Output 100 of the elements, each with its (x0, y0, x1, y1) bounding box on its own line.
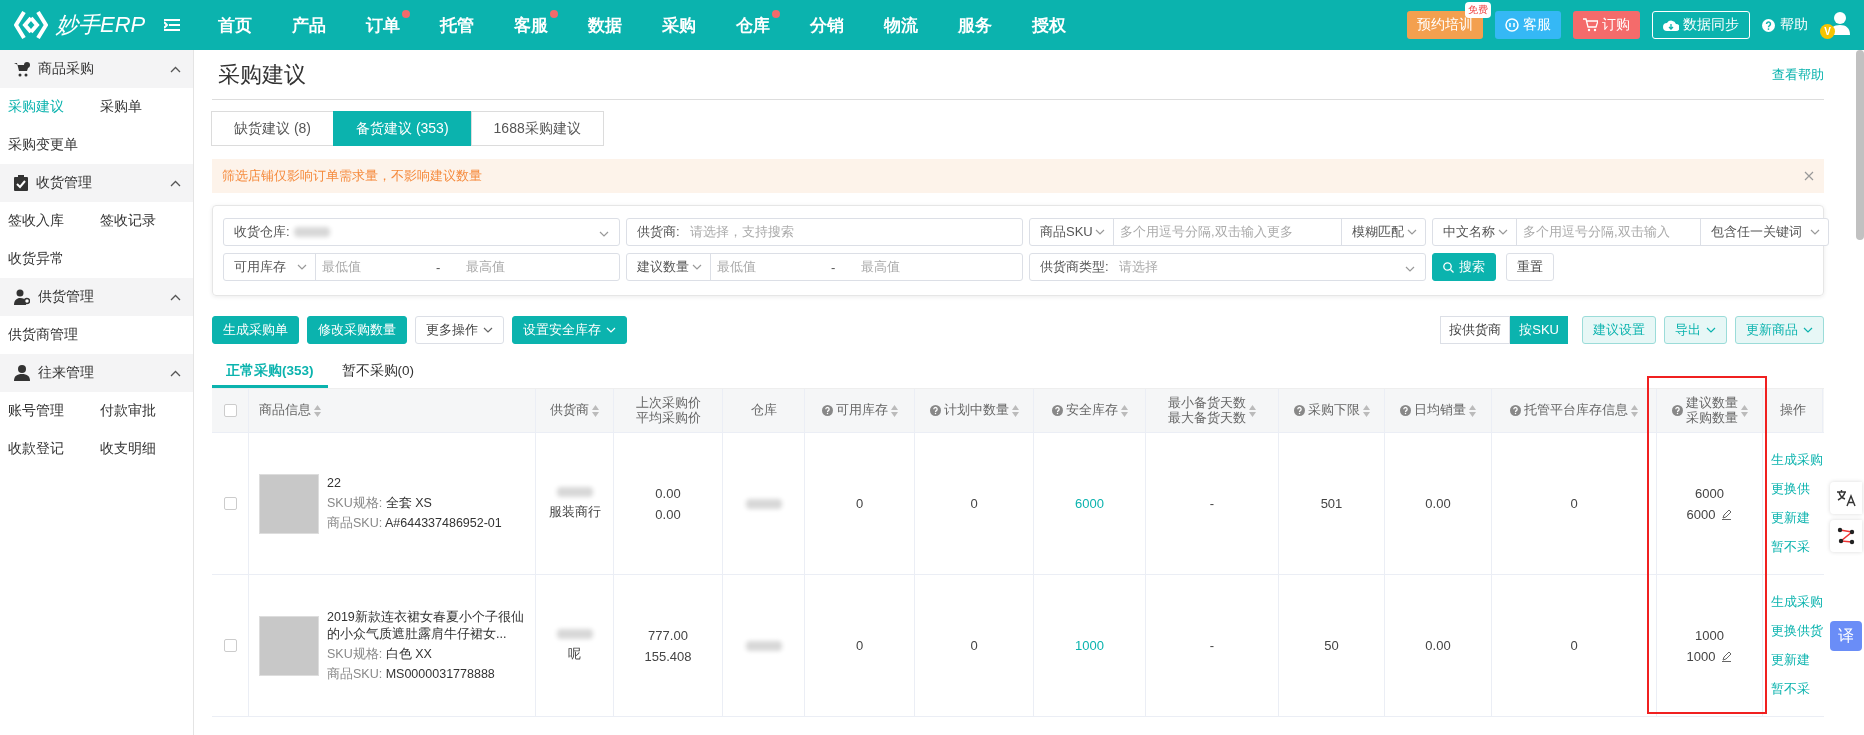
network-icon[interactable] (1830, 520, 1862, 552)
action-link[interactable]: 暂不采 (1771, 680, 1810, 698)
action-link[interactable]: 生成采购 (1771, 451, 1823, 469)
column-header: 采购下限 (1293, 403, 1370, 418)
nav-item[interactable]: 物流 (864, 13, 938, 37)
sort-icon[interactable] (1011, 404, 1019, 417)
column-header: 上次采购价 平均采购价 (635, 395, 701, 426)
nav-item[interactable]: 首页 (198, 13, 272, 37)
safety-stock-link[interactable]: 1000 (1075, 638, 1104, 653)
price-value: 777.00 (648, 627, 688, 643)
table-cell: - (1209, 496, 1215, 511)
nav-item[interactable]: 客服 (494, 13, 568, 37)
field-label: 中文名称 (1443, 223, 1495, 241)
help-link[interactable]: 帮助 (1762, 16, 1808, 34)
toolbar-button[interactable]: 更新商品 (1735, 316, 1824, 344)
search-button[interactable]: 搜索 (1432, 253, 1496, 281)
action-link[interactable]: 生成采购 (1771, 593, 1823, 611)
menu-icon[interactable] (164, 19, 180, 31)
sort-icon[interactable] (1631, 404, 1638, 417)
translate-button[interactable]: 译 (1830, 621, 1862, 651)
sort-icon[interactable] (1362, 404, 1370, 417)
nav-item[interactable]: 授权 (1012, 13, 1086, 37)
sidebar-group-header[interactable]: 往来管理 (0, 354, 193, 392)
sidebar-item[interactable]: 收款登记 (8, 430, 100, 468)
scrollbar[interactable] (1856, 50, 1864, 240)
select-all-checkbox[interactable] (223, 404, 237, 417)
sidebar-item[interactable]: 账号管理 (8, 392, 100, 430)
reset-button[interactable]: 重置 (1506, 253, 1554, 281)
nav-item[interactable]: 数据 (568, 13, 642, 37)
sort-icon[interactable] (890, 404, 898, 417)
nav-item[interactable]: 服务 (938, 13, 1012, 37)
tab[interactable]: 1688采购建议 (470, 111, 604, 146)
edit-icon[interactable] (1721, 508, 1733, 520)
toolbar-button[interactable]: 设置安全库存 (512, 316, 627, 344)
nav-item[interactable]: 仓库 (716, 13, 790, 37)
tab[interactable]: 缺货建议 (8) (211, 111, 334, 146)
sidebar-item[interactable]: 收支明细 (100, 430, 192, 468)
sidebar-group-header[interactable]: 商品采购 (0, 50, 193, 88)
toolbar-button[interactable]: 更多操作 (415, 316, 504, 344)
product-title[interactable]: 2019新款连衣裙女春夏小个子很仙的小众气质遮肚露肩牛仔裙女... (327, 608, 535, 643)
action-link[interactable]: 更新建 (1771, 509, 1810, 527)
translate-icon[interactable] (1830, 482, 1862, 514)
help-icon (1762, 18, 1775, 32)
action-link[interactable]: 更换供货 (1771, 622, 1823, 640)
nav-item[interactable]: 订单 (346, 13, 420, 37)
action-link[interactable]: 暂不采 (1771, 538, 1810, 556)
action-link[interactable]: 更换供 (1771, 480, 1810, 498)
sidebar-item[interactable]: 采购建议 (8, 88, 100, 126)
sort-icon[interactable] (314, 404, 321, 417)
help-link[interactable]: 查看帮助 (1772, 65, 1824, 84)
nav-item[interactable]: 分销 (790, 13, 864, 37)
name-filter[interactable]: 中文名称 多个用逗号分隔,双击输入 包含任一关键词 (1432, 218, 1829, 246)
row-checkbox[interactable] (223, 497, 237, 510)
sku-spec: SKU规格: 全套 XS (327, 495, 433, 512)
supplier-type-select[interactable]: 供货商类型: 请选择 (1029, 253, 1426, 281)
nav-item[interactable]: 产品 (272, 13, 346, 37)
price-value: 0.00 (655, 506, 681, 522)
sub-tab[interactable]: 暂不采购(0) (327, 356, 428, 388)
table-cell: - (1209, 638, 1215, 653)
sort-icon[interactable] (1740, 404, 1748, 417)
sku-filter[interactable]: 商品SKU 多个用逗号分隔,双击输入更多 模糊匹配 (1029, 218, 1426, 246)
toolbar-button[interactable]: 生成采购单 (212, 316, 299, 344)
warehouse-select[interactable]: 收货仓库: (223, 218, 620, 246)
stock-range-filter[interactable]: 可用库存 最低值 - 最高值 (223, 253, 620, 281)
nav-item[interactable]: 采购 (642, 13, 716, 37)
supplier-select[interactable]: 供货商: 请选择，支持搜索 (626, 218, 1023, 246)
sidebar-item[interactable]: 供货商管理 (8, 316, 100, 354)
sidebar-item[interactable]: 采购单 (100, 88, 192, 126)
toolbar-button[interactable]: 建议设置 (1582, 316, 1656, 344)
sidebar-item[interactable]: 签收入库 (8, 202, 100, 240)
sort-icon[interactable] (1120, 404, 1128, 417)
sidebar-group-title: 收货管理 (36, 174, 92, 192)
sort-icon[interactable] (1469, 404, 1476, 417)
sort-icon[interactable] (592, 404, 599, 417)
view-toggle[interactable]: 按SKU (1510, 316, 1568, 344)
toolbar-button[interactable]: 导出 (1664, 316, 1727, 344)
safety-stock-link[interactable]: 6000 (1075, 496, 1104, 511)
help-icon (1400, 405, 1411, 416)
nav-item[interactable]: 托管 (420, 13, 494, 37)
column-header: 操作 (1779, 403, 1806, 418)
quantity-range-filter[interactable]: 建议数量 最低值 - 最高值 (626, 253, 1023, 281)
sidebar-group-header[interactable]: 收货管理 (0, 164, 193, 202)
tab[interactable]: 备货建议 (353) (333, 111, 472, 146)
close-icon[interactable] (1804, 171, 1814, 181)
service-button[interactable]: 客服 (1495, 11, 1561, 39)
sidebar-item[interactable]: 收货异常 (8, 240, 100, 278)
column-header: 计划中数量 (929, 403, 1019, 418)
data-sync-button[interactable]: 数据同步 (1652, 11, 1750, 39)
sidebar-group-header[interactable]: 供货管理 (0, 278, 193, 316)
product-title[interactable]: 22 (327, 475, 502, 492)
sidebar-item[interactable]: 采购变更单 (8, 126, 100, 164)
sidebar-item[interactable]: 付款审批 (100, 392, 192, 430)
order-button[interactable]: 订购 (1573, 11, 1640, 39)
edit-icon[interactable] (1721, 650, 1733, 662)
sidebar-item[interactable]: 签收记录 (100, 202, 192, 240)
view-toggle[interactable]: 按供货商 (1440, 316, 1511, 344)
action-link[interactable]: 更新建 (1771, 651, 1810, 669)
toolbar-button[interactable]: 修改采购数量 (307, 316, 407, 344)
sort-icon[interactable] (1249, 404, 1256, 417)
row-checkbox[interactable] (223, 639, 237, 652)
